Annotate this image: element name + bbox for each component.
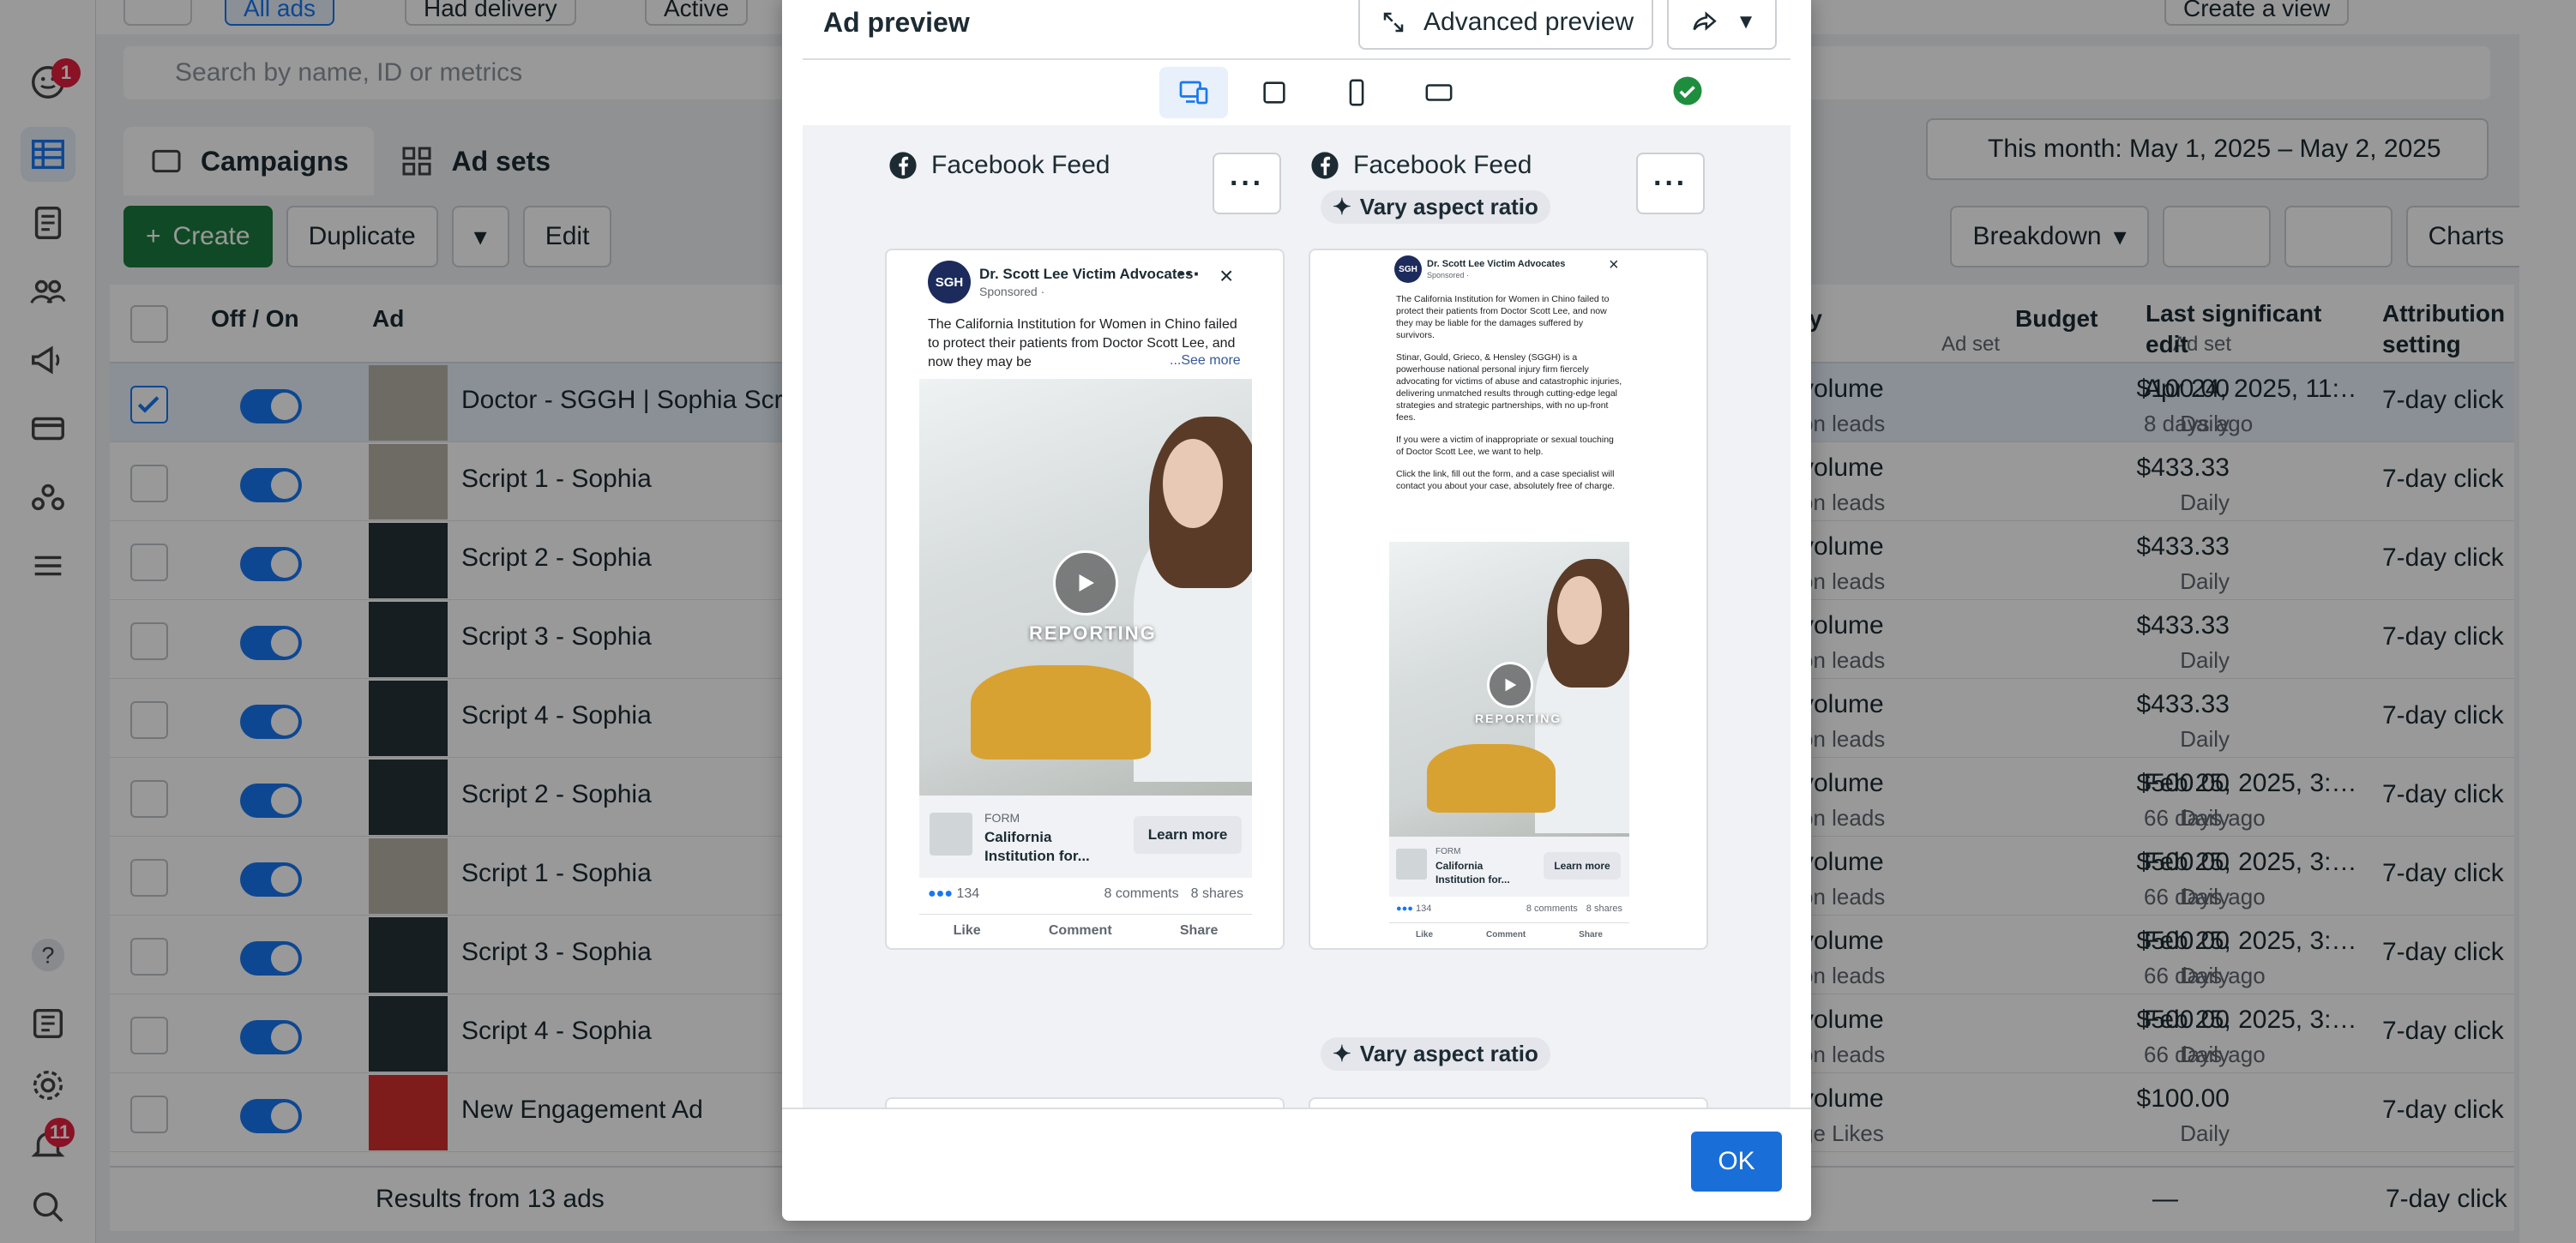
page-name: Dr. Scott Lee Victim Advocates bbox=[979, 266, 1194, 282]
placement-text: Facebook Feed bbox=[931, 151, 1110, 179]
post-text-full: The California Institution for Women in … bbox=[1396, 293, 1622, 492]
see-more-link: ...See more bbox=[1166, 353, 1241, 369]
form-thumb bbox=[1396, 849, 1427, 880]
square-icon bbox=[1263, 81, 1285, 104]
sponsored-label: Sponsored · bbox=[1427, 271, 1470, 279]
form-thumb bbox=[930, 813, 972, 856]
right-more-button[interactable]: ··· bbox=[1636, 153, 1705, 214]
device-horizontal-button[interactable] bbox=[1405, 67, 1473, 118]
right-preview-card: SGH Dr. Scott Lee Victim Advocates Spons… bbox=[1309, 249, 1708, 950]
form-title: California Institution for... bbox=[1435, 860, 1510, 886]
post-actions: Like Comment Share bbox=[1389, 922, 1629, 948]
check-circle-icon bbox=[1672, 75, 1703, 111]
like-action: Like bbox=[953, 923, 981, 938]
expand-icon bbox=[1383, 12, 1404, 33]
post-text-p3: If you were a victim of inappropriate or… bbox=[1396, 435, 1614, 457]
form-label: FORM bbox=[984, 811, 1020, 825]
shares-count: 8 shares bbox=[1586, 904, 1622, 914]
facebook-icon bbox=[889, 152, 917, 179]
left-phone-preview: SGH Dr. Scott Lee Victim Advocates Spons… bbox=[919, 250, 1252, 948]
caret-down-icon: ▼ bbox=[1736, 10, 1756, 33]
device-vertical-button[interactable] bbox=[1322, 67, 1391, 118]
play-icon bbox=[1487, 662, 1533, 708]
play-icon bbox=[1053, 550, 1118, 615]
form-label: FORM bbox=[1435, 847, 1461, 856]
device-selector bbox=[803, 62, 1791, 125]
facebook-icon bbox=[1311, 152, 1339, 179]
preview-scroll-area: Facebook Feed ··· SGH Dr. Scott Lee Vict… bbox=[803, 125, 1791, 1108]
desktop-mobile-icon bbox=[1179, 81, 1208, 105]
modal-title: Ad preview bbox=[823, 7, 970, 38]
share-dropdown[interactable]: ▼ bbox=[1667, 0, 1777, 50]
right-placement-label: Facebook Feed bbox=[1310, 151, 1532, 180]
close-icon: × bbox=[1219, 262, 1234, 289]
left-preview-card: SGH Dr. Scott Lee Victim Advocates Spons… bbox=[885, 249, 1285, 950]
reactions-icon: ●●● bbox=[1396, 904, 1416, 914]
vary-aspect-label: Vary aspect ratio bbox=[1359, 194, 1538, 219]
left-placement-label: Facebook Feed bbox=[888, 151, 1110, 180]
sponsored-label: Sponsored · bbox=[979, 285, 1045, 298]
advanced-preview-label: Advanced preview bbox=[1423, 8, 1634, 36]
reactions-icon: ●●● bbox=[928, 886, 957, 901]
page-name: Dr. Scott Lee Victim Advocates bbox=[1427, 259, 1566, 269]
ad-preview-modal: Ad preview Advanced preview ▼ Facebook F… bbox=[782, 0, 1811, 1221]
next-preview-card-right bbox=[1309, 1097, 1708, 1108]
post-text-p1: The California Institution for Women in … bbox=[1396, 294, 1610, 340]
placement-text: Facebook Feed bbox=[1353, 151, 1532, 179]
sparkle-icon: ✦ bbox=[1333, 1041, 1351, 1066]
reactions-count: 134 bbox=[1416, 904, 1432, 914]
ok-button[interactable]: OK bbox=[1691, 1132, 1782, 1192]
video-overlay-text: REPORTING bbox=[1475, 712, 1562, 725]
post-text-p2: Stinar, Gould, Grieco, & Hensley (SGGH) … bbox=[1396, 352, 1622, 423]
post-actions: Like Comment Share bbox=[919, 914, 1252, 948]
post-more-icon: ··· bbox=[1178, 261, 1201, 286]
learn-more-button[interactable]: Learn more bbox=[1544, 852, 1621, 880]
cta-bar: FORM California Institution for... Learn… bbox=[919, 796, 1252, 878]
left-more-button[interactable]: ··· bbox=[1213, 153, 1281, 214]
page-avatar: SGH bbox=[1394, 255, 1422, 283]
video-overlay-text: REPORTING bbox=[1029, 622, 1157, 644]
video-thumbnail: REPORTING bbox=[1389, 542, 1629, 837]
shares-count: 8 shares bbox=[1190, 886, 1243, 901]
next-preview-card-left bbox=[885, 1097, 1285, 1108]
vary-aspect-badge: ✦ Vary aspect ratio bbox=[1321, 190, 1550, 224]
share-arrow-icon bbox=[1693, 11, 1717, 31]
reactions-count: 134 bbox=[956, 886, 980, 901]
right-phone-preview: SGH Dr. Scott Lee Victim Advocates Spons… bbox=[1389, 250, 1629, 948]
modal-divider bbox=[803, 58, 1791, 60]
sparkle-icon: ✦ bbox=[1333, 194, 1351, 219]
vary-aspect-label: Vary aspect ratio bbox=[1359, 1041, 1538, 1066]
comments-count: 8 comments bbox=[1104, 886, 1179, 901]
share-action: Share bbox=[1179, 923, 1219, 938]
form-title: California Institution for... bbox=[984, 829, 1090, 864]
device-square-button[interactable] bbox=[1240, 67, 1309, 118]
post-stats: ●●● 134 8 comments 8 shares bbox=[1396, 904, 1622, 914]
horizontal-rect-icon bbox=[1425, 84, 1453, 101]
post-stats: ●●● 134 8 comments 8 shares bbox=[928, 886, 1243, 902]
comment-action: Comment bbox=[1048, 923, 1112, 938]
like-action: Like bbox=[1416, 930, 1434, 940]
advanced-preview-button[interactable]: Advanced preview bbox=[1358, 0, 1653, 50]
video-thumbnail: REPORTING bbox=[919, 379, 1252, 796]
comments-count: 8 comments bbox=[1526, 904, 1578, 914]
learn-more-button[interactable]: Learn more bbox=[1134, 816, 1242, 854]
comment-action: Comment bbox=[1486, 930, 1526, 940]
vary-aspect-badge-lower: ✦ Vary aspect ratio bbox=[1321, 1037, 1550, 1071]
post-text-p4: Click the link, fill out the form, and a… bbox=[1396, 469, 1616, 491]
vertical-rect-icon bbox=[1349, 79, 1364, 106]
modal-footer-divider bbox=[782, 1108, 1811, 1109]
page-avatar: SGH bbox=[928, 261, 971, 303]
close-icon: × bbox=[1609, 255, 1619, 274]
cta-bar: FORM California Institution for... Learn… bbox=[1389, 837, 1629, 897]
share-action: Share bbox=[1579, 930, 1603, 940]
device-all-button[interactable] bbox=[1159, 67, 1228, 118]
